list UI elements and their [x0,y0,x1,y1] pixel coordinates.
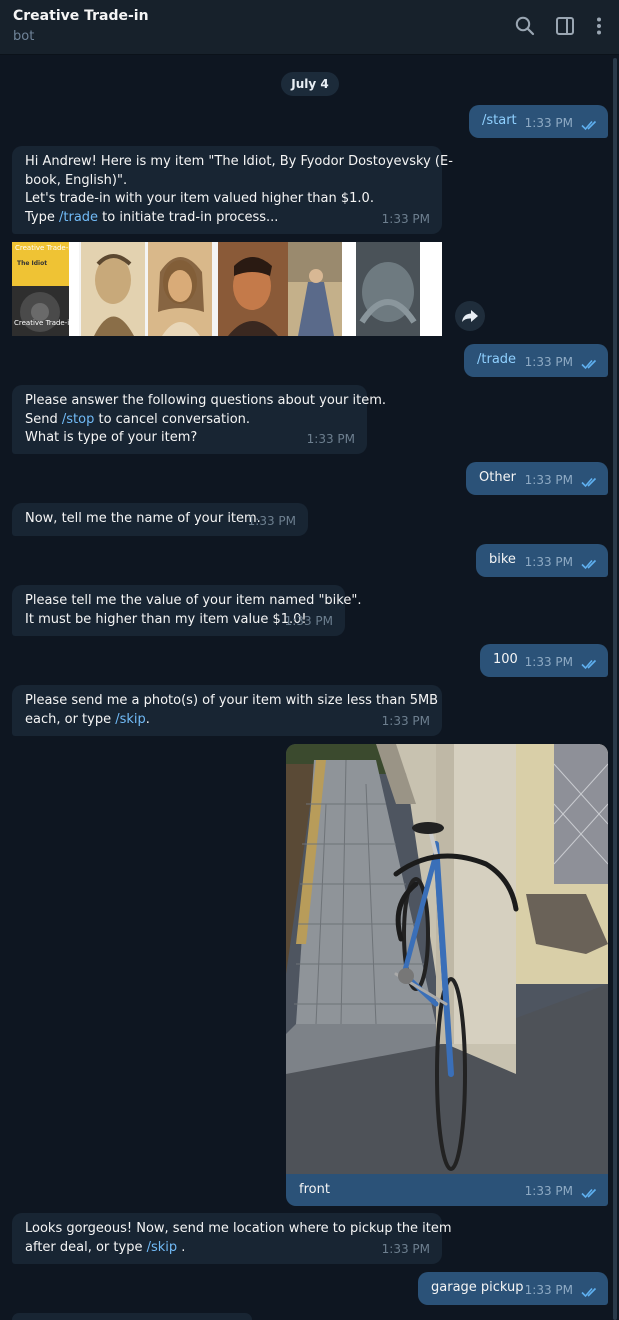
message-outgoing[interactable]: /trade 1:33 PM [464,344,608,377]
photo-caption[interactable]: front 1:33 PM [286,1174,608,1206]
message-time: 1:33 PM [524,354,573,369]
date-separator: July 4 [281,72,339,96]
message-text: to initiate trad-in process... [98,209,279,225]
message-outgoing[interactable]: bike 1:33 PM [476,544,608,577]
read-ticks-icon [581,559,597,570]
message-incoming[interactable]: Looks gorgeous! Now, send me location wh… [12,1213,452,1264]
message-outgoing[interactable]: garage pickup 1:33 PM [418,1272,608,1305]
read-ticks-icon [581,359,597,370]
more-vert-icon[interactable] [588,15,610,37]
chat-title[interactable]: Creative Trade-in [13,8,149,24]
message-text: Hi Andrew! Here is my item "The Idiot, B… [25,154,453,169]
message-text: Send [25,411,62,427]
search-icon[interactable] [514,15,536,37]
chat-scrollbar[interactable] [613,58,617,1320]
message-time: 1:33 PM [524,654,573,669]
message-time: 1:33 PM [381,713,430,728]
message-text: Please answer the following questions ab… [25,393,387,408]
read-ticks-icon [581,477,597,488]
message-text: Type [25,209,59,225]
command-link[interactable]: /skip [147,1240,178,1255]
read-ticks-icon [581,1188,597,1199]
forward-icon [462,310,478,322]
message-time: 1:33 PM [381,1241,430,1256]
message-outgoing[interactable]: 100 1:33 PM [480,644,608,677]
message-time: 1:33 PM [306,431,355,446]
message-time: 1:33 PM [381,211,430,226]
message-time: 1:33 PM [524,1282,573,1297]
message-time: 1:33 PM [524,1183,573,1198]
chat-subtitle: bot [13,29,35,44]
message-text: . [177,1239,186,1255]
message-incoming[interactable]: Please answer the following questions ab… [12,385,387,454]
cover-label-top: Creative Trade-in [15,244,75,252]
message-text: . [145,711,150,727]
message-time: 1:33 PM [247,513,296,528]
message-text: book, English)". [25,172,128,188]
sidebar-toggle-icon[interactable] [554,15,576,37]
message-text: Let's trade-in with your item valued hig… [25,191,374,206]
message-incoming[interactable]: Hi Andrew! Here is my item "The Idiot, B… [12,146,453,234]
mosaic-artwork [12,242,442,336]
read-ticks-icon [581,1287,597,1298]
message-incoming[interactable]: Please send me a photo(s) of your item w… [12,685,442,736]
message-time: 1:33 PM [524,554,573,569]
command-link[interactable]: /trade [59,210,98,225]
message-text: each, or type [25,711,116,727]
cover-title: The Idiot [17,260,48,267]
message-outgoing[interactable]: /start 1:33 PM [469,105,608,138]
message-time: 1:33 PM [524,472,573,487]
forward-button[interactable] [455,301,485,331]
chat-header[interactable]: Creative Trade-in bot [0,0,619,55]
message-text: to cancel conversation. [94,411,251,427]
cover-label-bottom: Creative Trade-in [14,319,74,327]
read-ticks-icon [581,120,597,131]
message-text: Please send me a photo(s) of your item w… [25,693,439,708]
message-incoming[interactable]: Now, tell me the name of your item. 1:33… [12,503,308,536]
message-incoming[interactable]: Please tell me the value of your item na… [12,585,362,636]
message-text: Please tell me the value of your item na… [25,593,362,608]
message-text: Looks gorgeous! Now, send me location wh… [25,1221,452,1236]
message-incoming-partial[interactable] [12,1313,252,1320]
book-illustrations-image[interactable]: Creative Trade-in The Idiot Creative Tra… [12,242,442,336]
bike-photo[interactable] [286,744,608,1174]
message-text: after deal, or type [25,1239,147,1255]
message-outgoing[interactable]: Other 1:33 PM [466,462,608,495]
message-time: 1:33 PM [284,613,333,628]
bike-photo-artwork [286,744,608,1174]
read-ticks-icon [581,659,597,670]
command-link[interactable]: /skip [115,712,146,727]
command-link[interactable]: /stop [62,412,94,427]
message-time: 1:33 PM [524,115,573,130]
message-text: What is type of your item? [25,430,198,445]
